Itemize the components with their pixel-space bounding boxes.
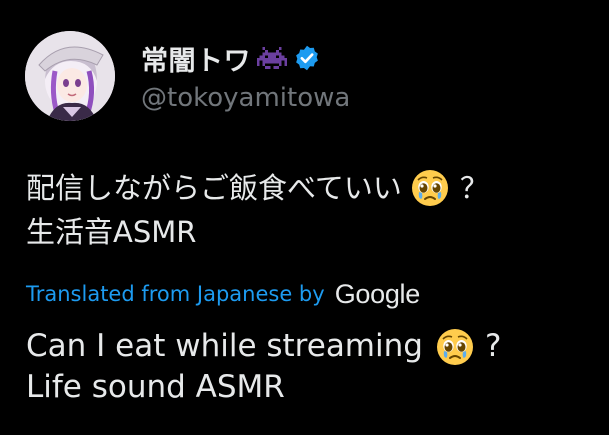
translated-from-link[interactable]: Translated from Japanese by	[26, 282, 325, 306]
tweet: 常闇トワ @tokoyamitowa 配信しながらご飯食べていい ？ 生活音AS…	[0, 0, 609, 435]
avatar[interactable]	[25, 31, 115, 121]
space-invader-icon	[257, 46, 287, 70]
post-line-1-text: 配信しながらご飯食べていい	[26, 171, 402, 205]
author-name-row: 常闇トワ	[141, 38, 321, 78]
pleading-face-emoji-icon	[410, 168, 450, 208]
pleading-face-emoji-icon	[435, 327, 475, 367]
avatar-image	[25, 31, 115, 121]
verified-badge-icon[interactable]	[293, 44, 321, 72]
translation-line-2-text: Life sound ASMR	[26, 369, 285, 405]
translation-line-1-end: ?	[484, 328, 502, 364]
translated-text: Can I eat while streaming ? Life sound A…	[26, 326, 596, 408]
google-logo: Google	[334, 278, 421, 309]
post-line-2-text: 生活音ASMR	[26, 215, 197, 249]
translation-line-1: Can I eat while streaming ?	[26, 326, 596, 367]
display-name[interactable]: 常闇トワ	[141, 39, 251, 78]
translation-line-2: Life sound ASMR	[26, 367, 596, 408]
author-handle[interactable]: @tokoyamitowa	[141, 83, 350, 113]
translation-attribution: Translated from Japanese by Google	[26, 276, 420, 312]
post-text: 配信しながらご飯食べていい ？ 生活音ASMR	[26, 166, 596, 254]
post-line-1-end: ？	[459, 171, 489, 205]
post-line-2: 生活音ASMR	[26, 210, 596, 254]
post-line-1: 配信しながらご飯食べていい ？	[26, 166, 596, 210]
translation-line-1-text: Can I eat while streaming	[26, 328, 423, 364]
